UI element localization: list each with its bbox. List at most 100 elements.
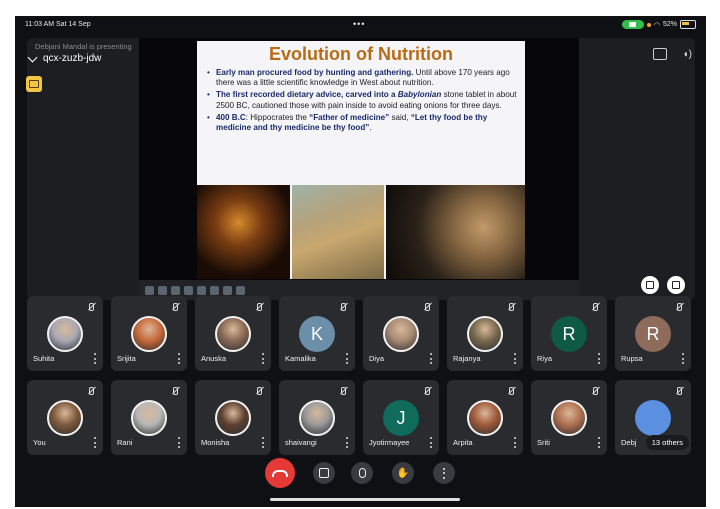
participant-tile[interactable]: J Jyotirmayee bbox=[363, 380, 439, 455]
more-vert-icon[interactable] bbox=[514, 353, 517, 364]
mic-indicator-icon bbox=[646, 22, 651, 27]
more-vert-icon[interactable] bbox=[94, 353, 97, 364]
pin-icon[interactable] bbox=[641, 276, 659, 294]
stop-presenting-icon[interactable] bbox=[26, 76, 42, 92]
mic-off-icon bbox=[86, 301, 97, 312]
raise-hand-button[interactable]: ✋ bbox=[392, 462, 414, 484]
participant-tile[interactable]: You bbox=[27, 380, 103, 455]
status-bar: 11:03 AM Sat 14 Sep ••• ◠ 52% bbox=[17, 18, 704, 32]
participant-tile[interactable]: Monisha bbox=[195, 380, 271, 455]
participant-tile[interactable]: Sriti bbox=[531, 380, 607, 455]
avatar bbox=[131, 316, 167, 352]
more-options-button[interactable] bbox=[433, 462, 455, 484]
slide-title: Evolution of Nutrition bbox=[269, 44, 453, 64]
more-vert-icon[interactable] bbox=[178, 437, 181, 448]
mic-off-icon bbox=[590, 385, 601, 396]
participant-tile[interactable]: R Riya bbox=[531, 296, 607, 371]
presentation-slide: Evolution of Nutrition Early man procure… bbox=[197, 41, 525, 279]
participant-name: Debj bbox=[621, 438, 637, 447]
camera-off-button[interactable] bbox=[313, 462, 335, 484]
mic-off-icon bbox=[86, 385, 97, 396]
slide-bullet: 400 B.C: Hippocrates the “Father of medi… bbox=[207, 113, 517, 133]
avatar bbox=[47, 400, 83, 436]
participant-name: shaivangi bbox=[285, 438, 317, 447]
call-controls: ✋ bbox=[17, 458, 704, 490]
hand-icon: ✋ bbox=[396, 467, 410, 479]
wifi-icon: ◠ bbox=[653, 21, 660, 29]
more-vert-icon[interactable] bbox=[346, 353, 349, 364]
avatar: R bbox=[551, 316, 587, 352]
more-vert-icon[interactable] bbox=[514, 437, 517, 448]
avatar: J bbox=[383, 400, 419, 436]
more-vert-icon[interactable] bbox=[262, 353, 265, 364]
battery-icon bbox=[680, 20, 696, 29]
mic-off-icon bbox=[506, 301, 517, 312]
participant-name: You bbox=[33, 438, 46, 447]
presenting-label: Debjani Mandal is presenting bbox=[35, 42, 132, 51]
participant-name: Riya bbox=[537, 354, 553, 363]
meeting-code[interactable]: qcx-zuzb-jdw bbox=[43, 53, 101, 64]
avatar bbox=[47, 316, 83, 352]
more-vert-icon[interactable] bbox=[598, 353, 601, 364]
more-vert-icon bbox=[442, 467, 446, 479]
avatar: R bbox=[635, 316, 671, 352]
participant-name: Sriti bbox=[537, 438, 550, 447]
participant-tile[interactable]: shaivangi bbox=[279, 380, 355, 455]
mic-off-icon bbox=[422, 301, 433, 312]
participant-tile[interactable]: K Kamalika bbox=[279, 296, 355, 371]
participant-tile[interactable]: Srijita bbox=[111, 296, 187, 371]
mic-off-icon bbox=[338, 301, 349, 312]
participant-name: Kamalika bbox=[285, 354, 316, 363]
participant-tile[interactable]: Anuska bbox=[195, 296, 271, 371]
participant-tile[interactable]: Rani bbox=[111, 380, 187, 455]
participant-name: Diya bbox=[369, 354, 385, 363]
participant-tile[interactable]: Diya bbox=[363, 296, 439, 371]
mic-off-icon bbox=[254, 385, 265, 396]
home-indicator[interactable] bbox=[270, 498, 460, 501]
mic-off-icon bbox=[338, 385, 349, 396]
participant-name: Jyotirmayee bbox=[369, 438, 410, 447]
more-vert-icon[interactable] bbox=[178, 353, 181, 364]
mic-off-icon bbox=[254, 301, 265, 312]
mic-off-icon bbox=[506, 385, 517, 396]
avatar bbox=[215, 316, 251, 352]
hunter-gatherers-painting-image bbox=[291, 185, 385, 279]
participant-tile[interactable]: R Rupsa bbox=[615, 296, 691, 371]
more-vert-icon[interactable] bbox=[346, 437, 349, 448]
avatar bbox=[467, 316, 503, 352]
participant-name: Rajanya bbox=[453, 354, 481, 363]
participant-name: Rupsa bbox=[621, 354, 643, 363]
participant-name: Monisha bbox=[201, 438, 230, 447]
more-vert-icon[interactable] bbox=[430, 437, 433, 448]
more-vert-icon[interactable] bbox=[262, 437, 265, 448]
mic-off-icon bbox=[674, 385, 685, 396]
participant-name: Suhita bbox=[33, 354, 55, 363]
avatar bbox=[383, 316, 419, 352]
speaker-icon[interactable]: ◖) bbox=[683, 49, 692, 60]
more-vert-icon[interactable] bbox=[430, 353, 433, 364]
more-vert-icon[interactable] bbox=[682, 353, 685, 364]
end-call-button[interactable] bbox=[265, 458, 295, 488]
participant-tile[interactable]: Debj 13 others bbox=[615, 380, 691, 455]
others-count-badge[interactable]: 13 others bbox=[645, 435, 689, 450]
more-vert-icon[interactable] bbox=[598, 437, 601, 448]
slide-bullet: Early man procured food by hunting and g… bbox=[207, 68, 517, 88]
avatar: K bbox=[299, 316, 335, 352]
early-man-fire-image bbox=[197, 185, 290, 279]
participant-name: Rani bbox=[117, 438, 133, 447]
switch-camera-icon[interactable] bbox=[652, 48, 667, 60]
mic-off-button[interactable] bbox=[351, 462, 373, 484]
mic-off-icon bbox=[590, 301, 601, 312]
avatar bbox=[551, 400, 587, 436]
fullscreen-icon[interactable] bbox=[667, 276, 685, 294]
camera-indicator-icon bbox=[621, 20, 644, 29]
slide-bullets: Early man procured food by hunting and g… bbox=[197, 68, 525, 133]
participant-tile[interactable]: Rajanya bbox=[447, 296, 523, 371]
mic-off-icon bbox=[674, 301, 685, 312]
avatar bbox=[635, 400, 671, 436]
participant-name: Arpita bbox=[453, 438, 473, 447]
participant-tile[interactable]: Arpita bbox=[447, 380, 523, 455]
participant-tile[interactable]: Suhita bbox=[27, 296, 103, 371]
more-vert-icon[interactable] bbox=[94, 437, 97, 448]
multitask-dots[interactable]: ••• bbox=[353, 19, 365, 29]
